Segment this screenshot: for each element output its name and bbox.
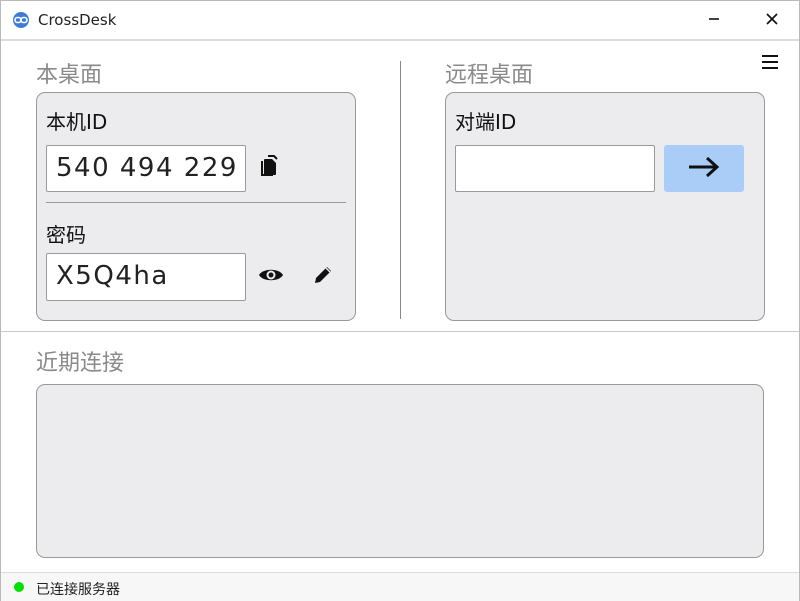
local-id-label: 本机ID bbox=[46, 110, 108, 134]
copy-icon bbox=[261, 155, 281, 181]
show-password-button[interactable] bbox=[257, 263, 285, 291]
close-icon bbox=[765, 11, 779, 30]
recent-connections-title: 近期连接 bbox=[36, 351, 125, 376]
minimize-button[interactable] bbox=[700, 7, 728, 33]
hamburger-menu-icon bbox=[761, 54, 779, 74]
peer-id-input[interactable] bbox=[455, 145, 655, 192]
status-bar: 已连接服务器 bbox=[1, 572, 799, 601]
pencil-icon bbox=[312, 264, 334, 290]
local-desktop-panel: 本机ID 540 494 229 密码 X5Q4ha bbox=[36, 92, 356, 321]
local-panel-divider bbox=[46, 202, 346, 203]
password-label: 密码 bbox=[46, 223, 86, 247]
local-desktop-title: 本桌面 bbox=[36, 63, 103, 88]
edit-password-button[interactable] bbox=[309, 263, 337, 291]
connection-status-indicator bbox=[14, 582, 24, 592]
app-window: CrossDesk 本桌面 本机ID 540 494 229 密码 X5Q4ha… bbox=[0, 0, 800, 601]
menu-button[interactable] bbox=[756, 50, 784, 78]
connect-button[interactable] bbox=[664, 145, 744, 192]
arrow-right-icon bbox=[687, 155, 721, 183]
remote-desktop-panel: 对端ID bbox=[445, 92, 765, 321]
minimize-icon bbox=[707, 11, 721, 30]
copy-id-button[interactable] bbox=[257, 154, 285, 182]
local-id-field[interactable]: 540 494 229 bbox=[46, 145, 246, 192]
window-title: CrossDesk bbox=[38, 11, 117, 29]
recent-section-divider bbox=[1, 331, 799, 332]
close-button[interactable] bbox=[758, 7, 786, 33]
crossdesk-logo-icon bbox=[12, 11, 30, 29]
recent-connections-list bbox=[36, 384, 764, 558]
title-bar: CrossDesk bbox=[1, 1, 799, 41]
password-field[interactable]: X5Q4ha bbox=[46, 253, 246, 301]
remote-desktop-title: 远程桌面 bbox=[445, 63, 534, 88]
peer-id-label: 对端ID bbox=[455, 110, 517, 134]
eye-icon bbox=[258, 266, 284, 288]
section-divider bbox=[400, 61, 401, 319]
connection-status-text: 已连接服务器 bbox=[36, 582, 120, 598]
